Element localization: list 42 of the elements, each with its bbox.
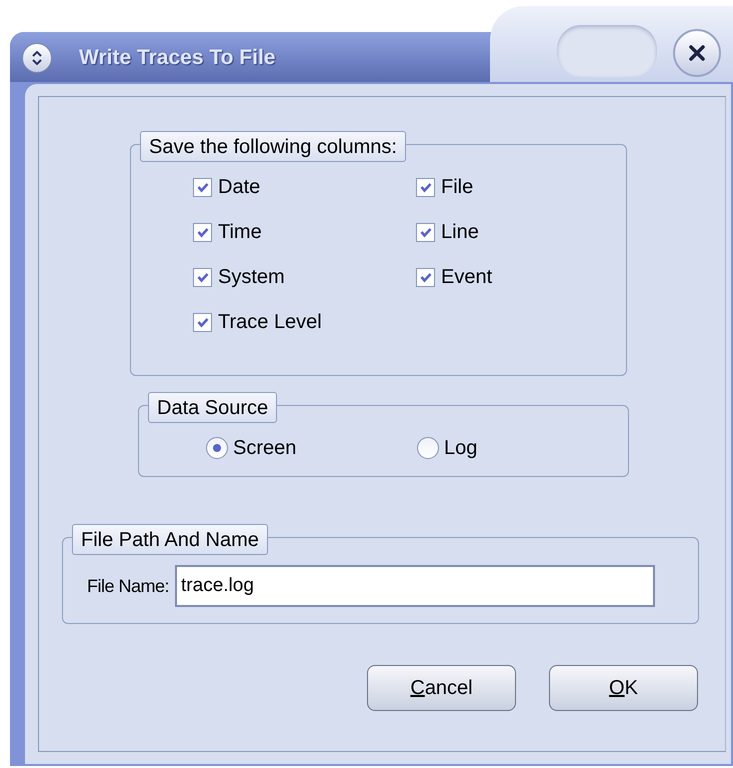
checkbox-label: Time [218, 220, 262, 245]
checkbox[interactable]: Line [416, 219, 556, 245]
radio-button[interactable] [206, 437, 228, 459]
checkbox-label: File [441, 175, 474, 200]
checkbox-label: Event [441, 265, 492, 290]
field-label: File Name: [87, 574, 170, 598]
close-icon [688, 44, 706, 62]
checkbox-box[interactable] [416, 222, 435, 242]
group-title: Data Source [148, 392, 278, 423]
checkbox[interactable]: Trace Level [193, 309, 416, 335]
checkmark-icon [420, 272, 432, 282]
checkbox[interactable]: Time [193, 219, 416, 245]
checkbox-box[interactable] [416, 268, 435, 286]
radio-button[interactable] [417, 437, 439, 459]
checkbox-label: System [218, 265, 285, 290]
checkbox-box[interactable] [193, 178, 212, 196]
checkmark-icon [420, 226, 432, 238]
checkmark-icon [196, 226, 208, 238]
checkbox[interactable]: System [193, 264, 416, 290]
checkbox[interactable]: Date [193, 174, 416, 200]
dialog-button[interactable]: OK [549, 665, 698, 711]
checkbox[interactable]: Event [416, 264, 556, 290]
group-title: File Path And Name [72, 524, 268, 555]
chevrons-icon [31, 51, 43, 65]
checkbox-box[interactable] [193, 268, 212, 286]
checkmark-icon [196, 316, 208, 328]
radio-label: Screen [233, 436, 296, 461]
checkbox[interactable]: File [416, 174, 556, 200]
checkbox-box[interactable] [416, 178, 435, 196]
checkbox-label: Trace Level [218, 310, 322, 335]
checkbox-box[interactable] [193, 312, 212, 332]
checkbox-box[interactable] [193, 222, 212, 242]
group-title: Save the following columns: [140, 131, 406, 162]
dialog-button[interactable]: Cancel [367, 665, 516, 711]
checkbox-label: Date [218, 175, 260, 200]
checkmark-icon [196, 272, 208, 282]
window-title: Write Traces To File [79, 45, 276, 72]
checkmark-icon [196, 182, 208, 192]
checkbox-label: Line [441, 220, 479, 245]
file-name-field[interactable]: trace.log [175, 565, 656, 607]
radio-label: Log [444, 436, 478, 461]
checkmark-icon [420, 182, 432, 192]
